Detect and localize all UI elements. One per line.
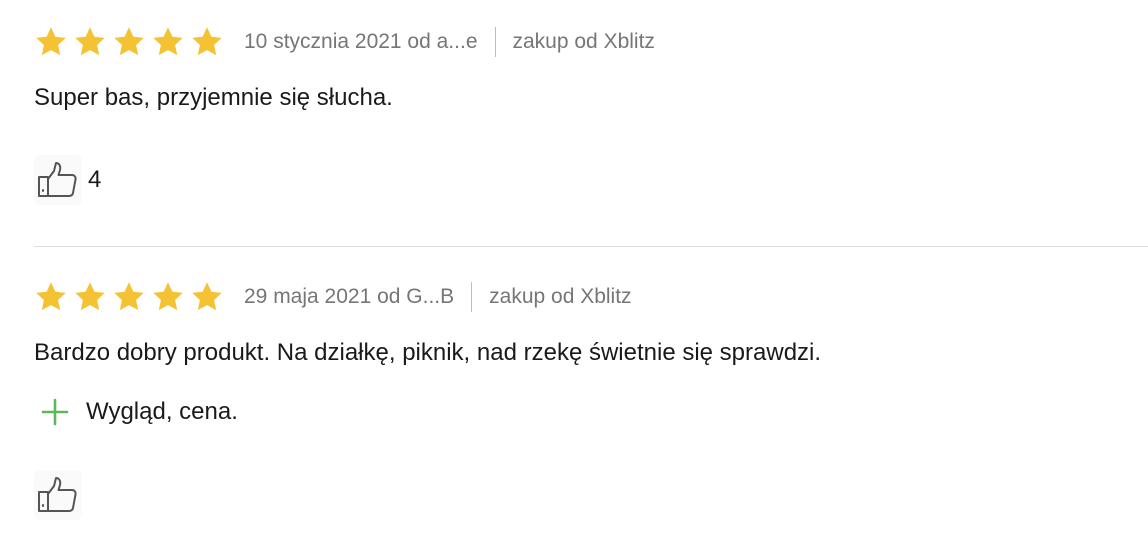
review-date-author: 10 stycznia 2021 od a...e: [244, 30, 478, 53]
star-icon: [153, 282, 183, 311]
star-icon: [75, 27, 105, 56]
review-date-author: 29 maja 2021 od G...B: [244, 285, 455, 308]
helpful-button[interactable]: 4: [34, 155, 101, 205]
rating-stars: [34, 25, 224, 59]
star-icon: [36, 282, 66, 311]
star-icon: [192, 282, 222, 311]
helpful-button[interactable]: [34, 470, 88, 520]
review-text: Bardzo dobry produkt. Na działkę, piknik…: [34, 339, 822, 366]
thumbs-up-icon[interactable]: [34, 470, 82, 520]
plus-icon: [41, 398, 69, 426]
purchase-source: zakup od Xblitz: [512, 30, 655, 53]
star-icon: [114, 282, 144, 311]
star-icon: [192, 27, 222, 56]
star-icon: [153, 27, 183, 56]
thumbs-up-icon[interactable]: [34, 155, 82, 205]
rating-stars: [34, 280, 224, 314]
pros-item: Wygląd, cena.: [38, 395, 238, 429]
meta-separator: [494, 27, 496, 57]
review-text: Super bas, przyjemnie się słucha.: [34, 84, 393, 111]
review-item: 10 stycznia 2021 od a...e zakup od Xblit…: [0, 0, 1148, 246]
helpful-count: 4: [88, 166, 102, 193]
star-icon: [114, 27, 144, 56]
star-icon: [75, 282, 105, 311]
review-item: 29 maja 2021 od G...B zakup od Xblitz Ba…: [0, 247, 1148, 550]
review-meta: 29 maja 2021 od G...B zakup od Xblitz: [34, 277, 632, 317]
star-icon: [36, 27, 66, 56]
review-meta: 10 stycznia 2021 od a...e zakup od Xblit…: [34, 22, 655, 62]
purchase-source: zakup od Xblitz: [489, 285, 632, 308]
meta-separator: [471, 282, 473, 312]
pros-text: Wygląd, cena.: [86, 398, 238, 425]
